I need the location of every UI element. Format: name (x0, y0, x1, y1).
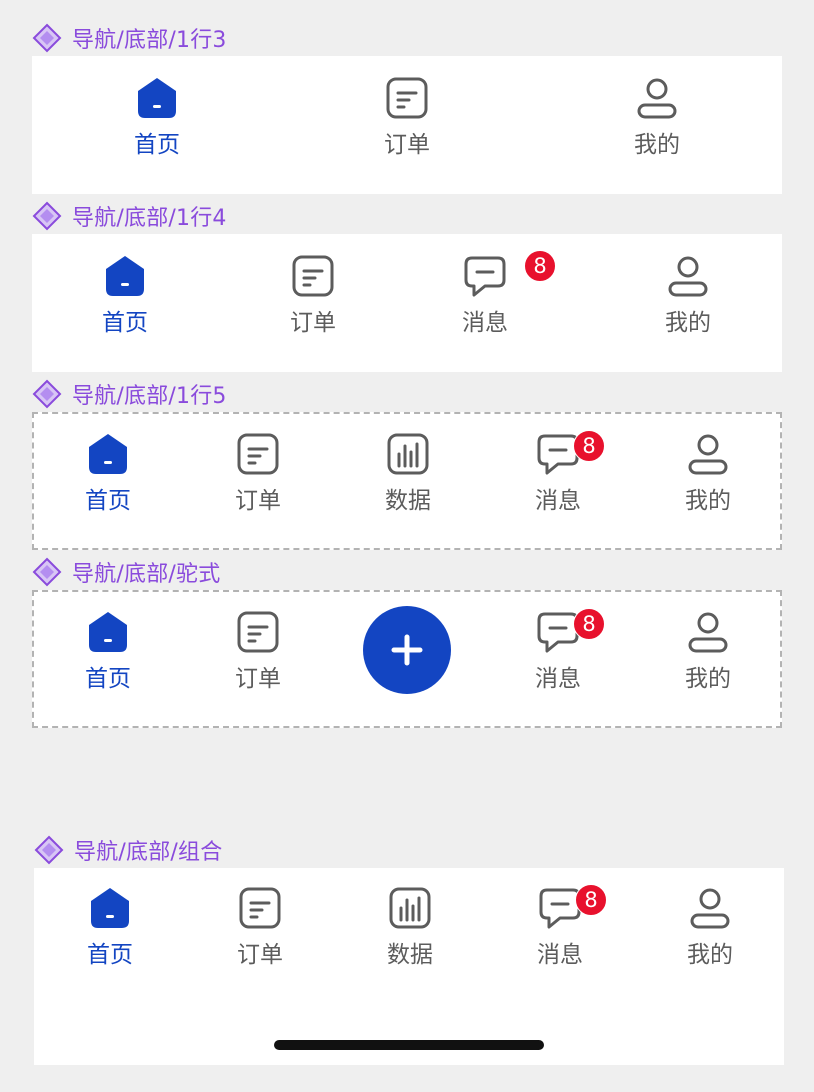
tabbar-row5: 首页 订单 数据 消息 8 我的 (32, 412, 782, 550)
tab-label: 首页 (102, 310, 148, 336)
tab-label: 数据 (387, 942, 433, 968)
tab-label: 首页 (85, 666, 131, 692)
tab-label: 订单 (235, 488, 281, 514)
home-indicator[interactable] (274, 1040, 544, 1050)
section-title-camel: 导航/底部/驼式 (32, 557, 220, 587)
tab-orders[interactable]: 订单 (235, 432, 281, 514)
tab-profile[interactable]: 我的 (685, 610, 731, 692)
section-title-row4: 导航/底部/1行4 (32, 201, 227, 231)
unread-badge: 8 (573, 430, 605, 462)
tabbar-row3: 首页 订单 我的 (32, 56, 782, 194)
home-icon (106, 256, 144, 296)
diamond-icon (32, 379, 62, 409)
user-icon (668, 256, 708, 297)
tab-messages[interactable]: 消息 8 (462, 250, 556, 336)
section-title-label: 导航/底部/1行5 (72, 384, 227, 409)
diamond-icon (32, 201, 62, 231)
tab-label: 我的 (634, 132, 680, 158)
diamond-icon (34, 835, 64, 865)
section-title-row5: 导航/底部/1行5 (32, 379, 227, 409)
diamond-icon (32, 557, 62, 587)
user-icon (688, 434, 728, 475)
section-title-combined: 导航/底部/组合 (34, 835, 222, 865)
tab-data[interactable]: 数据 (385, 432, 431, 514)
diamond-icon (32, 23, 62, 53)
chart-icon (389, 887, 431, 929)
tab-orders[interactable]: 订单 (290, 254, 336, 336)
tab-orders[interactable]: 订单 (235, 610, 281, 692)
tab-label: 数据 (385, 488, 431, 514)
tab-home[interactable]: 首页 (134, 76, 180, 158)
user-icon (688, 612, 728, 653)
tab-messages[interactable]: 消息 8 (537, 884, 607, 968)
add-button[interactable] (363, 606, 451, 694)
tab-orders[interactable]: 订单 (384, 76, 430, 158)
order-icon (237, 433, 279, 475)
message-icon (464, 256, 506, 297)
order-icon (239, 887, 281, 929)
user-icon (637, 78, 677, 119)
tab-label: 消息 (462, 310, 508, 336)
tab-data[interactable]: 数据 (387, 886, 433, 968)
home-icon (138, 78, 176, 118)
section-title-label: 导航/底部/1行4 (72, 206, 227, 231)
tab-label: 消息 (535, 666, 581, 692)
tab-home[interactable]: 首页 (102, 254, 148, 336)
unread-badge: 8 (524, 250, 556, 282)
tab-label: 订单 (384, 132, 430, 158)
unread-badge: 8 (575, 884, 607, 916)
plus-icon (391, 634, 423, 666)
unread-badge: 8 (573, 608, 605, 640)
tab-profile[interactable]: 我的 (687, 886, 733, 968)
section-title-label: 导航/底部/组合 (74, 840, 223, 865)
tab-profile[interactable]: 我的 (665, 254, 711, 336)
home-icon (89, 434, 127, 474)
tabbar-row4: 首页 订单 消息 8 我的 (32, 234, 782, 372)
tab-label: 消息 (535, 488, 581, 514)
tab-label: 订单 (237, 942, 283, 968)
section-title-label: 导航/底部/1行3 (72, 28, 227, 53)
order-icon (237, 611, 279, 653)
tab-label: 订单 (290, 310, 336, 336)
tab-messages[interactable]: 消息 8 (535, 430, 605, 514)
tab-label: 首页 (134, 132, 180, 158)
tab-profile[interactable]: 我的 (685, 432, 731, 514)
tab-label: 我的 (665, 310, 711, 336)
tab-label: 订单 (235, 666, 281, 692)
tabbar-camel: 首页 订单 消息 8 我的 (32, 590, 782, 728)
section-title-row3: 导航/底部/1行3 (32, 23, 227, 53)
tab-label: 首页 (85, 488, 131, 514)
tab-orders[interactable]: 订单 (237, 886, 283, 968)
section-title-label: 导航/底部/驼式 (72, 562, 221, 587)
tab-profile[interactable]: 我的 (634, 76, 680, 158)
tab-label: 我的 (685, 666, 731, 692)
tab-home[interactable]: 首页 (85, 432, 131, 514)
home-icon (91, 888, 129, 928)
tabbar-combined: 首页 订单 数据 消息 8 我的 (34, 868, 784, 1065)
tab-messages[interactable]: 消息 8 (535, 608, 605, 692)
user-icon (690, 888, 730, 929)
order-icon (386, 77, 428, 119)
tab-label: 首页 (87, 942, 133, 968)
order-icon (292, 255, 334, 297)
chart-icon (387, 433, 429, 475)
tab-label: 消息 (537, 942, 583, 968)
tab-label: 我的 (687, 942, 733, 968)
tab-home[interactable]: 首页 (87, 886, 133, 968)
tab-home[interactable]: 首页 (85, 610, 131, 692)
tab-label: 我的 (685, 488, 731, 514)
home-icon (89, 612, 127, 652)
